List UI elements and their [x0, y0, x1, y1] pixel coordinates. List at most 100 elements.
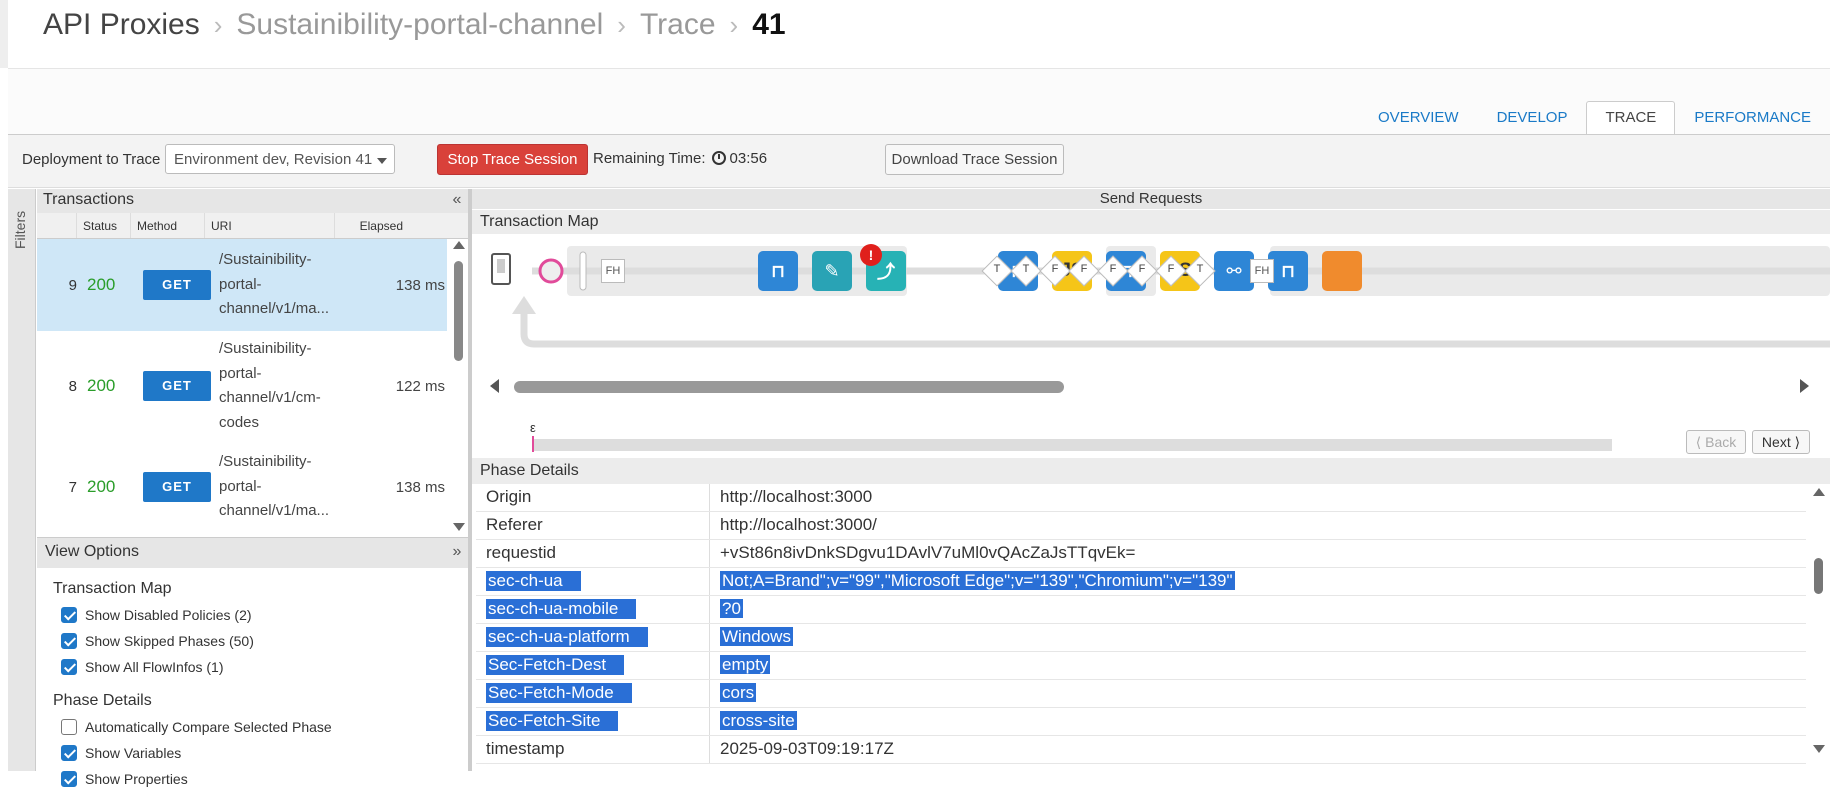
scroll-right-icon[interactable]: [1800, 379, 1809, 393]
transaction-row[interactable]: 7 200 GET/Sustainibility-portal-channel/v1…: [37, 441, 447, 533]
timeline-epsilon: ε: [530, 420, 536, 435]
transaction-row[interactable]: 8 200 GET/Sustainibility-portal-channel/v1…: [37, 331, 447, 441]
flow-divider: [579, 251, 587, 291]
condition-result: F: [1167, 263, 1175, 275]
scroll-left-icon[interactable]: [490, 379, 499, 393]
transaction-row[interactable]: /Sustainibility-: [37, 533, 447, 535]
method-badge: GET: [143, 270, 211, 300]
column-header-method[interactable]: Method: [131, 213, 205, 238]
assign-message-icon[interactable]: [1322, 251, 1362, 291]
uri-line: /Sustainibility-: [219, 251, 312, 269]
phase-detail-key: sec-ch-ua: [476, 568, 710, 595]
clock-icon: [711, 151, 726, 165]
elapsed-time: 138 ms: [395, 276, 445, 294]
checkbox[interactable]: [61, 745, 77, 761]
send-requests-bar[interactable]: Send Requests: [472, 189, 1830, 209]
filters-toggle[interactable]: Filters: [8, 189, 36, 771]
phase-detail-key: Sec-Fetch-Dest: [476, 652, 710, 679]
transactions-panel: Transactions « Status Method URI Elapsed…: [37, 189, 469, 537]
status-code: 200: [87, 477, 116, 496]
deployment-value: Environment dev, Revision 41: [174, 151, 373, 168]
transaction-row[interactable]: 9 200 GET/Sustainibility-portal-channel/v1…: [37, 239, 447, 331]
phase-detail-key-text: Referer: [486, 515, 543, 534]
tab-develop[interactable]: DEVELOP: [1478, 101, 1587, 135]
view-option-label: Show Properties: [85, 771, 188, 787]
filters-label: Filters: [12, 210, 28, 249]
tab-trace[interactable]: TRACE: [1586, 101, 1676, 135]
checkbox[interactable]: [61, 719, 77, 735]
expand-down-icon[interactable]: »: [448, 541, 466, 565]
status-code: 200: [87, 376, 116, 395]
breadcrumb-trace[interactable]: Trace: [640, 8, 716, 41]
flow-step-icon[interactable]: ⊓: [758, 251, 798, 291]
view-option-item[interactable]: Show Properties: [61, 766, 468, 792]
flow-hook-icon[interactable]: FH: [1250, 259, 1274, 283]
back-button[interactable]: ⟨ Back: [1686, 430, 1746, 454]
view-option-item[interactable]: Show Skipped Phases (50): [61, 628, 468, 654]
column-header-status[interactable]: Status: [77, 213, 131, 238]
uri-line: portal-: [219, 275, 262, 293]
scroll-down-icon[interactable]: [453, 523, 465, 531]
error-icon: !: [860, 244, 882, 266]
scrollbar-thumb[interactable]: [1814, 558, 1823, 594]
remaining-time: Remaining Time: 03:56: [593, 150, 767, 167]
condition-result: T: [1022, 263, 1030, 275]
transactions-table-header: Status Method URI Elapsed: [37, 213, 468, 239]
breadcrumb-proxy-name[interactable]: Sustainibility-portal-channel: [236, 8, 603, 41]
tab-performance[interactable]: PERFORMANCE: [1675, 101, 1830, 135]
uri-line: channel/v1/ma...: [219, 502, 330, 520]
edit-policy-icon[interactable]: ✎: [812, 251, 852, 291]
remaining-label: Remaining Time:: [593, 150, 706, 167]
branch-policy-icon[interactable]: ⚯: [1214, 251, 1254, 291]
uri-cell: /Sustainibility-portal-channel/v1/ma...: [217, 248, 357, 322]
phase-detail-key: sec-ch-ua-platform: [476, 624, 710, 651]
phase-detail-value: http://localhost:3000: [710, 484, 882, 511]
scroll-up-icon[interactable]: [1813, 488, 1825, 496]
request-start-icon[interactable]: [538, 258, 564, 284]
method-cell: GET: [133, 270, 217, 300]
flow-hook-icon[interactable]: FH: [601, 259, 625, 283]
view-option-item[interactable]: Automatically Compare Selected Phase: [61, 714, 468, 740]
transaction-number: 9: [68, 276, 77, 294]
view-option-item[interactable]: Show All FlowInfos (1): [61, 654, 468, 680]
deployment-select[interactable]: Environment dev, Revision 41: [165, 144, 395, 174]
column-header-uri[interactable]: URI: [205, 213, 335, 238]
phase-detail-row: requestid +vSt86n8ivDnkSDgvu1DAvlV7uMl0vQ…: [476, 540, 1806, 568]
scroll-up-icon[interactable]: [453, 241, 465, 249]
tab-overview[interactable]: OVERVIEW: [1359, 101, 1478, 135]
phase-detail-row: sec-ch-ua-platform Windows: [476, 624, 1806, 652]
download-trace-button[interactable]: Download Trace Session: [885, 144, 1064, 175]
uri-line: /Sustainibility-: [219, 453, 312, 471]
checkbox[interactable]: [61, 659, 77, 675]
flow-step-icon[interactable]: ⊓: [1268, 251, 1308, 291]
phase-detail-value: +vSt86n8ivDnkSDgvu1DAvlV7uMl0vQAcZaJsTTq…: [710, 540, 1145, 567]
condition-result: F: [1051, 263, 1059, 275]
stop-trace-button[interactable]: Stop Trace Session: [437, 144, 588, 175]
phase-details-title: Phase Details: [472, 458, 1830, 484]
phase-detail-row: Referer http://localhost:3000/: [476, 512, 1806, 540]
transactions-scrollbar[interactable]: [448, 239, 468, 537]
chevron-down-icon: [377, 158, 387, 164]
timeline-bar[interactable]: [532, 439, 1612, 451]
breadcrumb-api-proxies[interactable]: API Proxies: [43, 8, 200, 41]
phase-detail-row: timestamp 2025-09-03T09:19:17Z: [476, 736, 1806, 764]
phase-detail-value-text: ?0: [720, 599, 743, 618]
phase-detail-key: Sec-Fetch-Mode: [476, 680, 710, 707]
horizontal-scrollbar-thumb[interactable]: [514, 381, 1064, 393]
checkbox[interactable]: [61, 771, 77, 787]
next-button[interactable]: Next ⟩: [1752, 430, 1810, 454]
scrollbar-thumb[interactable]: [454, 261, 463, 361]
scroll-down-icon[interactable]: [1813, 745, 1825, 753]
collapse-left-icon[interactable]: «: [448, 189, 466, 213]
condition-result: F: [1080, 263, 1088, 275]
uri-line: /Sustainibility-: [219, 340, 312, 357]
column-header-elapsed[interactable]: Elapsed: [335, 213, 409, 238]
phase-details-scrollbar[interactable]: [1808, 486, 1828, 771]
view-options-title: View Options: [45, 543, 139, 560]
view-option-label: Show All FlowInfos (1): [85, 659, 224, 675]
view-option-item[interactable]: Show Variables: [61, 740, 468, 766]
checkbox[interactable]: [61, 607, 77, 623]
method-cell: GET: [133, 371, 217, 401]
checkbox[interactable]: [61, 633, 77, 649]
view-option-item[interactable]: Show Disabled Policies (2): [61, 602, 468, 628]
